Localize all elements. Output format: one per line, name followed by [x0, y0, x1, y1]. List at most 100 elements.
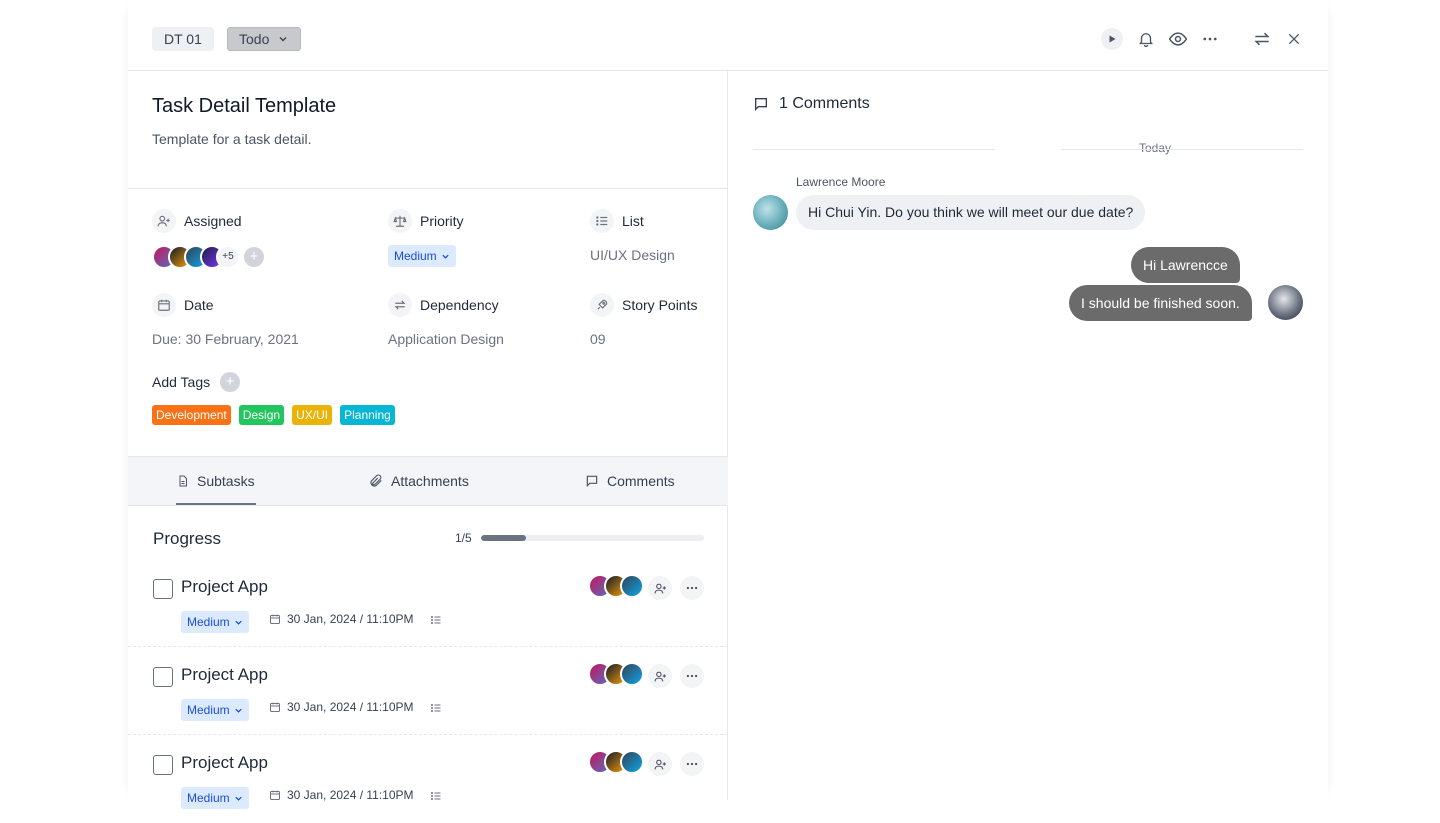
tag-chip[interactable]: Planning	[340, 405, 395, 425]
tags-field: Add Tags +	[152, 372, 241, 392]
list-value[interactable]: UI/UX Design	[590, 247, 675, 263]
subtask-date[interactable]: 30 Jan, 2024 / 11:10PM	[269, 612, 414, 626]
subtask-more-button[interactable]	[680, 664, 704, 688]
status-label: Todo	[239, 31, 270, 47]
play-button[interactable]	[1100, 27, 1124, 51]
close-button[interactable]	[1282, 27, 1306, 51]
comments-heading: 1 Comments	[753, 95, 870, 113]
user-plus-icon	[654, 759, 666, 769]
more-assignees-count: +5	[216, 245, 240, 269]
progress-bar	[481, 535, 704, 541]
assigned-label: Assigned	[184, 213, 242, 229]
add-tag-button[interactable]: +	[220, 372, 241, 392]
bell-icon	[1139, 33, 1153, 48]
paperclip-icon	[370, 474, 382, 487]
scale-icon	[388, 209, 412, 233]
comment-icon	[586, 475, 598, 488]
assign-user-button[interactable]	[648, 752, 672, 776]
assign-user-button[interactable]	[648, 576, 672, 600]
swap-icon	[1254, 32, 1270, 46]
subtask-assignees[interactable]	[588, 662, 644, 686]
tags-label: Add Tags	[152, 374, 211, 390]
progress-count: 1/5	[455, 531, 472, 545]
tag-chip[interactable]: UX/UI	[292, 405, 333, 425]
subtask-more-button[interactable]	[680, 576, 704, 600]
swap-button[interactable]	[1250, 27, 1274, 51]
subtask-title[interactable]: Project App	[181, 753, 268, 773]
assign-user-button[interactable]	[648, 664, 672, 688]
list-icon	[590, 209, 614, 233]
avatar	[620, 662, 644, 686]
subtask-priority-value: Medium	[187, 615, 230, 629]
watch-button[interactable]	[1166, 27, 1190, 51]
add-assignee-button[interactable]: +	[244, 247, 264, 267]
subtask-checkbox[interactable]	[153, 755, 173, 775]
assigned-field: Assigned	[152, 209, 242, 233]
task-detail-panel: DT 01 Todo Task Detail Template Template	[128, 0, 1328, 809]
more-horizontal-icon	[686, 586, 698, 590]
eye-icon	[1168, 32, 1188, 46]
calendar-icon	[270, 614, 280, 624]
date-value[interactable]: Due: 30 February, 2021	[152, 331, 299, 347]
tab-label: Subtasks	[197, 473, 255, 489]
subtask-priority-dropdown[interactable]: Medium	[181, 699, 249, 721]
assignee-avatars[interactable]: +5 +	[152, 245, 264, 269]
notification-button[interactable]	[1134, 27, 1158, 51]
subtask-priority-value: Medium	[187, 703, 230, 717]
subtask-title[interactable]: Project App	[181, 577, 268, 597]
dependency-value[interactable]: Application Design	[388, 331, 504, 347]
subtask-priority-dropdown[interactable]: Medium	[181, 787, 249, 809]
chevron-down-icon	[235, 796, 242, 801]
list-label: List	[622, 213, 644, 229]
day-separator: Today	[1139, 141, 1172, 155]
subtask-priority-dropdown[interactable]: Medium	[181, 611, 249, 633]
calendar-icon	[152, 293, 176, 317]
tab-subtasks[interactable]: Subtasks	[176, 457, 256, 505]
detail-tabs: Subtasks Attachments Comments	[128, 456, 728, 506]
status-dropdown[interactable]: Todo	[227, 27, 301, 51]
avatar	[620, 574, 644, 598]
date-label: Date	[184, 297, 214, 313]
divider	[1061, 149, 1303, 150]
close-icon	[1288, 33, 1300, 45]
subtask-date[interactable]: 30 Jan, 2024 / 11:10PM	[269, 700, 414, 714]
more-options-button[interactable]	[1198, 27, 1222, 51]
subtask-row: Project App Medium 30 Jan, 2024 / 11:10P…	[128, 647, 728, 735]
priority-value: Medium	[394, 249, 437, 263]
task-title: Task Detail Template	[152, 95, 337, 117]
comments-count: 1 Comments	[779, 95, 870, 112]
user-plus-icon	[654, 583, 666, 593]
subtask-row: Project App Medium 30 Jan, 2024 / 11:10P…	[128, 735, 728, 823]
subtask-more-button[interactable]	[680, 752, 704, 776]
subtask-assignees[interactable]	[588, 574, 644, 598]
subtask-checkbox[interactable]	[153, 579, 173, 599]
priority-field: Priority	[388, 209, 464, 233]
tag-chip[interactable]: Development	[152, 405, 231, 425]
list-field: List	[590, 209, 644, 233]
avatar	[620, 750, 644, 774]
tab-comments[interactable]: Comments	[585, 457, 675, 505]
play-icon	[1101, 28, 1123, 50]
subtask-assignees[interactable]	[588, 750, 644, 774]
subtask-title[interactable]: Project App	[181, 665, 268, 685]
comment-author: Lawrence Moore	[796, 175, 886, 189]
tag-chip[interactable]: Design	[238, 405, 285, 425]
priority-dropdown[interactable]: Medium	[388, 245, 456, 267]
list-icon[interactable]	[430, 701, 442, 719]
progress-title: Progress	[153, 529, 222, 548]
progress-fill	[481, 535, 526, 541]
divider	[128, 188, 728, 189]
story-points-field: Story Points	[590, 293, 697, 317]
list-icon[interactable]	[430, 789, 442, 807]
story-points-label: Story Points	[622, 297, 698, 313]
subtask-row: Project App Medium 30 Jan, 2024 / 11:10P…	[128, 559, 728, 647]
tab-label: Comments	[607, 473, 675, 489]
subtask-checkbox[interactable]	[153, 667, 173, 687]
calendar-icon	[270, 790, 280, 800]
list-icon[interactable]	[430, 613, 442, 631]
story-points-value[interactable]: 09	[590, 331, 606, 347]
tab-attachments[interactable]: Attachments	[369, 457, 469, 505]
more-horizontal-icon	[686, 762, 698, 766]
more-horizontal-icon	[1203, 37, 1217, 41]
chevron-down-icon	[235, 708, 242, 713]
